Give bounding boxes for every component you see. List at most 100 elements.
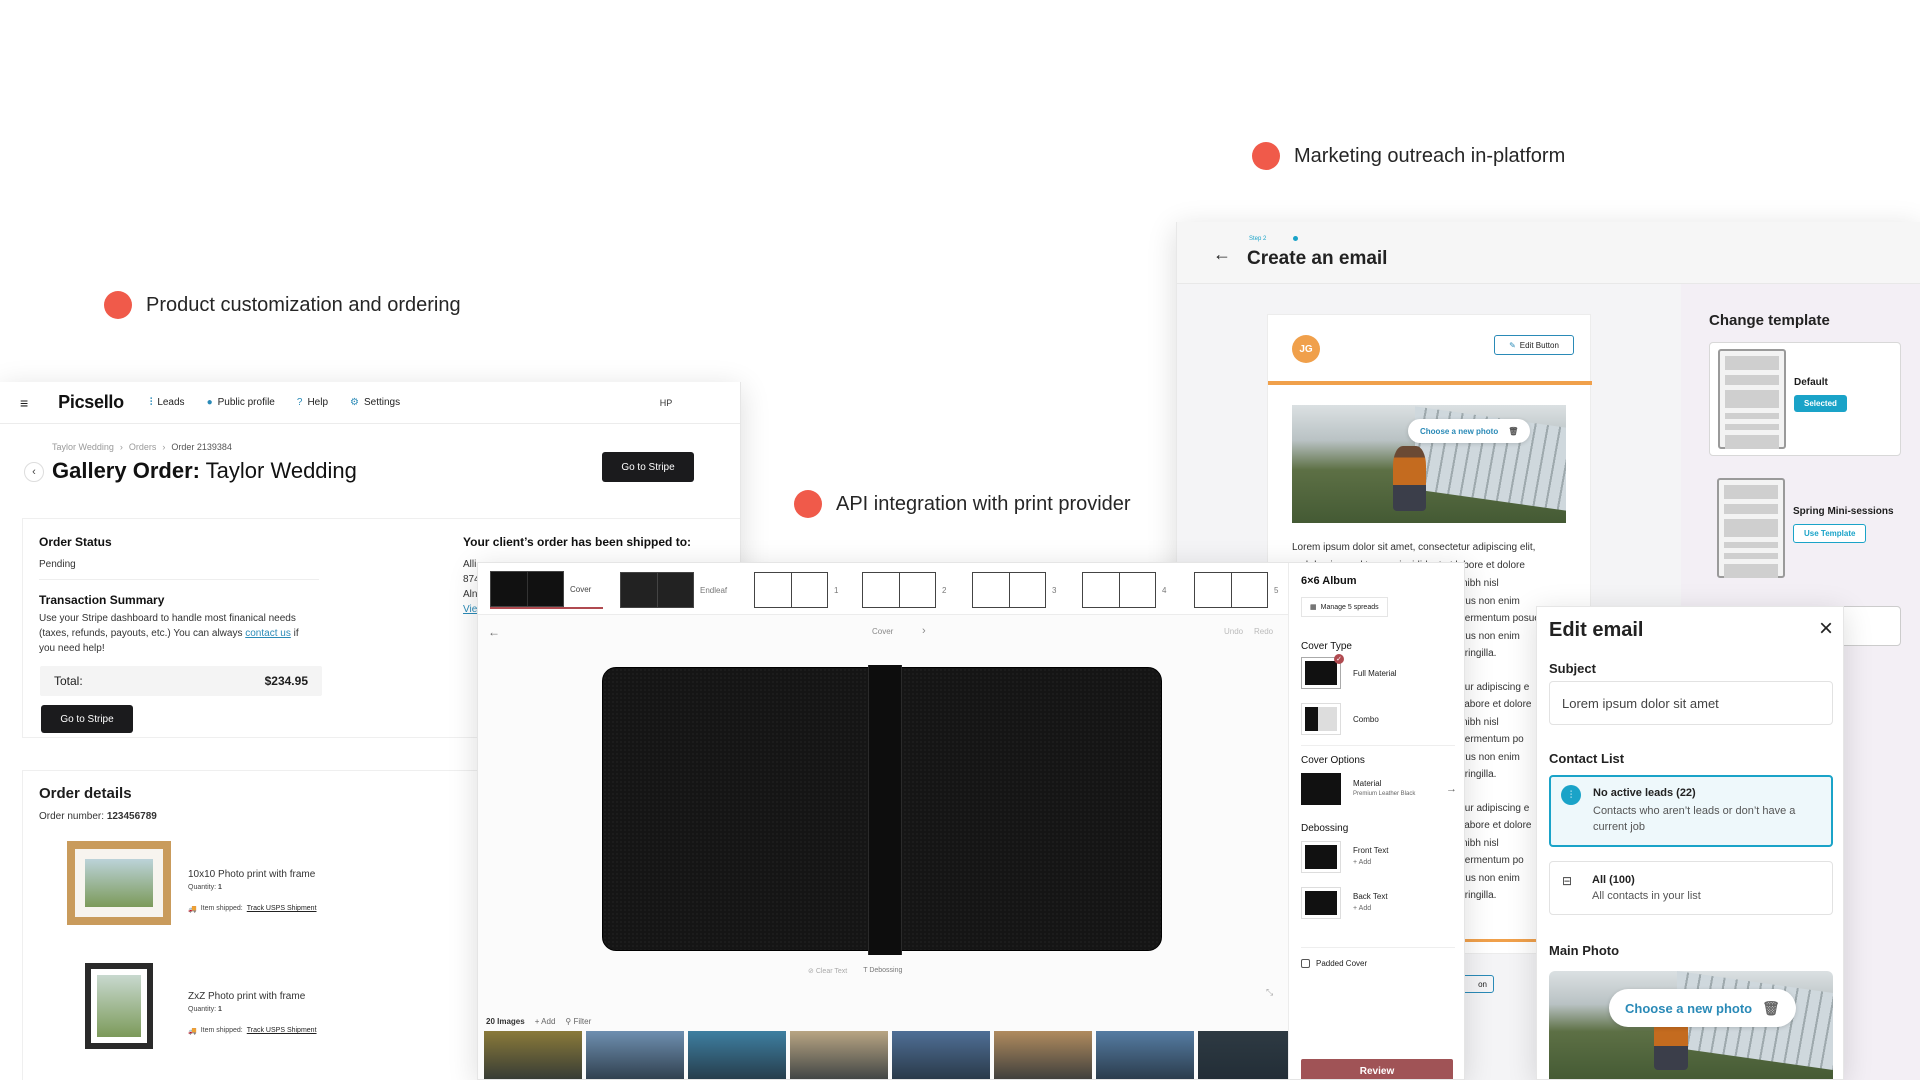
selected-badge: Selected xyxy=(1794,395,1847,412)
subject-field[interactable]: Lorem ipsum dolor sit amet xyxy=(1549,681,1833,725)
next-chevron-icon[interactable]: › xyxy=(922,625,926,637)
swatch: ✓ xyxy=(1301,654,1344,689)
breadcrumb-item[interactable]: Orders xyxy=(129,442,157,452)
front-text-option[interactable]: Front Text + Add xyxy=(1301,841,1388,873)
profile-icon: ● xyxy=(206,397,213,408)
go-to-stripe-button-secondary[interactable]: Go to Stripe xyxy=(41,705,133,733)
image-thumbnail[interactable] xyxy=(1096,1031,1194,1079)
template-thumbnail xyxy=(1717,478,1785,578)
feature-text: Marketing outreach in-platform xyxy=(1294,144,1566,167)
spread-thumbnail xyxy=(972,572,1046,608)
template-name: Spring Mini-sessions xyxy=(1793,506,1894,517)
material-option[interactable]: Material Premium Leather Black → xyxy=(1301,773,1457,805)
clear-text-button[interactable]: ⊘ Clear Text xyxy=(808,967,847,975)
feature-text: API integration with print provider xyxy=(836,492,1131,515)
manage-spreads-button[interactable]: ▦ Manage 5 spreads xyxy=(1301,597,1388,617)
spread-page[interactable]: 3 xyxy=(972,571,1056,609)
check-icon: ✓ xyxy=(1334,654,1344,664)
modal-title: Edit email xyxy=(1549,619,1644,641)
spread-endleaf[interactable]: Endleaf xyxy=(620,571,727,609)
cover-options-heading: Cover Options xyxy=(1301,755,1365,766)
breadcrumb: Taylor Wedding › Orders › Order 2139384 xyxy=(52,442,232,452)
image-thumbnail[interactable] xyxy=(586,1031,684,1079)
back-text-option[interactable]: Back Text + Add xyxy=(1301,887,1388,919)
track-shipment-link[interactable]: Track USPS Shipment xyxy=(247,1027,317,1035)
item-name: ZxZ Photo print with frame xyxy=(188,991,306,1002)
partial-button[interactable]: on xyxy=(1462,975,1494,993)
nav-help[interactable]: ? Help xyxy=(297,397,328,408)
contact-option-no-active-leads[interactable]: ⫶ No active leads (22) Contacts who aren… xyxy=(1549,775,1833,847)
image-strip xyxy=(484,1031,1398,1079)
summary-text: Use your Stripe dashboard to handle most… xyxy=(39,613,299,654)
images-count: 20 Images xyxy=(486,1016,525,1026)
user-avatar[interactable]: HP xyxy=(652,389,680,417)
contact-us-link[interactable]: contact us xyxy=(245,628,291,639)
nav-leads[interactable]: ⫶ Leads xyxy=(150,397,185,408)
review-button[interactable]: Review xyxy=(1301,1059,1453,1079)
breadcrumb-item[interactable]: Taylor Wedding xyxy=(52,442,114,452)
avatar: JG xyxy=(1292,335,1320,363)
use-template-button[interactable]: Use Template xyxy=(1793,524,1867,543)
template-card-spring[interactable]: Spring Mini-sessions Use Template xyxy=(1709,472,1901,586)
back-arrow-icon[interactable]: ← xyxy=(1213,244,1231,265)
template-name: Default xyxy=(1794,377,1828,388)
email-header: Step 2 ← Create an email xyxy=(1177,222,1920,284)
image-thumbnail[interactable] xyxy=(994,1031,1092,1079)
total-value: $234.95 xyxy=(264,674,308,688)
gear-icon: ⚙ xyxy=(350,397,359,408)
back-arrow-icon[interactable]: ← xyxy=(488,625,500,639)
summary-heading: Transaction Summary xyxy=(39,593,165,607)
debossing-button[interactable]: T Debossing xyxy=(863,967,902,975)
grid-icon: ▦ xyxy=(1310,604,1317,611)
edit-button[interactable]: ✎ Edit Button xyxy=(1494,335,1574,355)
cover-type-combo[interactable]: Combo xyxy=(1301,703,1379,735)
album-title: 6×6 Album xyxy=(1301,575,1357,587)
template-card-default[interactable]: Default Selected xyxy=(1709,342,1901,456)
image-thumbnail[interactable] xyxy=(688,1031,786,1079)
collapse-icon[interactable]: ⤡ xyxy=(1266,987,1273,998)
spread-page[interactable]: 1 xyxy=(754,571,838,609)
image-thumbnail[interactable] xyxy=(892,1031,990,1079)
page-title: Create an email xyxy=(1247,248,1388,269)
image-thumbnail[interactable] xyxy=(484,1031,582,1079)
go-to-stripe-button[interactable]: Go to Stripe xyxy=(602,452,694,482)
choose-photo-button[interactable]: Choose a new photo 🗑 xyxy=(1408,419,1531,443)
padded-cover-checkbox[interactable]: Padded Cover xyxy=(1301,959,1367,968)
list-item: ZxZ Photo print with frame Quantity: 1 🚚… xyxy=(188,991,317,1035)
product-image xyxy=(67,841,171,925)
product-image xyxy=(85,963,153,1049)
album-cover-canvas[interactable] xyxy=(602,665,1162,955)
template-heading: Change template xyxy=(1709,312,1830,329)
spread-page[interactable]: 4 xyxy=(1082,571,1166,609)
spread-bar: Cover Endleaf 1 2 3 4 5 xyxy=(478,563,1288,615)
menu-icon[interactable]: ≡ xyxy=(20,395,28,411)
contact-list-label: Contact List xyxy=(1549,751,1625,766)
nav-settings[interactable]: ⚙ Settings xyxy=(350,397,400,408)
add-images-button[interactable]: + Add xyxy=(535,1017,556,1026)
cover-type-full-material[interactable]: ✓ Full Material xyxy=(1301,654,1397,689)
track-shipment-link[interactable]: Track USPS Shipment xyxy=(247,905,317,913)
spread-cover[interactable]: Cover xyxy=(490,571,604,609)
choose-photo-button[interactable]: Choose a new photo 🗑 xyxy=(1609,989,1796,1027)
swatch xyxy=(1301,841,1341,873)
filter-button[interactable]: ⚲ Filter xyxy=(565,1017,591,1026)
album-options-sidebar: 6×6 Album ▦ Manage 5 spreads Cover Type ✓… xyxy=(1288,563,1464,1079)
top-nav: ≡ Picsello ⫶ Leads ● Public profile ? He… xyxy=(0,382,740,424)
spread-thumbnail xyxy=(620,572,694,608)
nav-public-profile[interactable]: ● Public profile xyxy=(207,397,275,408)
back-chevron-icon[interactable]: ‹ xyxy=(24,462,44,482)
contact-option-all[interactable]: ⊟ All (100) All contacts in your list xyxy=(1549,861,1833,915)
spread-thumbnail xyxy=(1082,572,1156,608)
redo-button[interactable]: Redo xyxy=(1254,627,1273,636)
image-thumbnail[interactable] xyxy=(1198,1031,1296,1079)
order-status-heading: Order Status xyxy=(39,535,112,549)
undo-button[interactable]: Undo xyxy=(1224,627,1243,636)
image-thumbnail[interactable] xyxy=(790,1031,888,1079)
trash-icon[interactable]: 🗑 xyxy=(1762,1000,1780,1017)
order-details-heading: Order details xyxy=(39,785,132,802)
trash-icon[interactable]: 🗑 xyxy=(1508,427,1518,436)
spread-page[interactable]: 5 xyxy=(1194,571,1278,609)
spread-page[interactable]: 2 xyxy=(862,571,946,609)
app-logo[interactable]: Picsello xyxy=(58,392,124,413)
close-icon[interactable]: × xyxy=(1819,615,1833,643)
